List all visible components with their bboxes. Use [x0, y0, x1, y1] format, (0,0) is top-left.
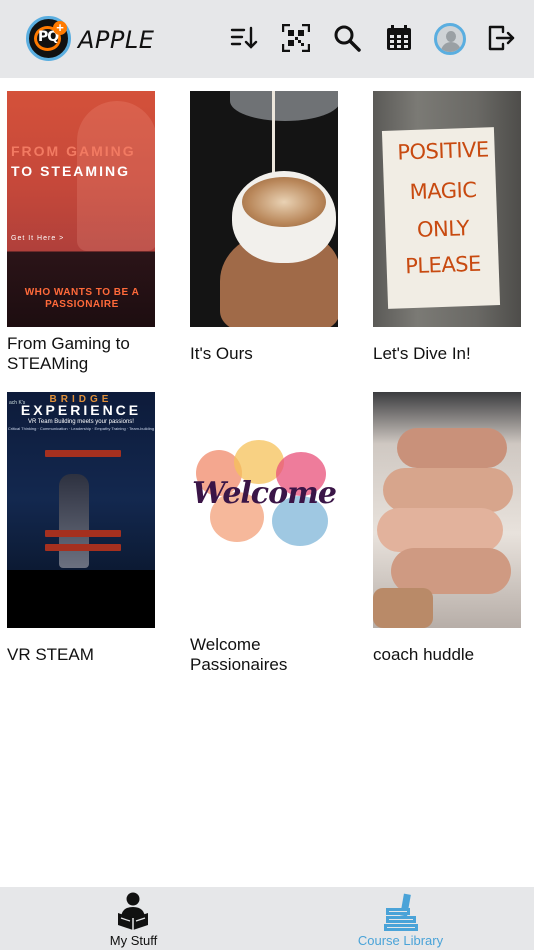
course-thumbnail[interactable]: ach K's BRIDGE EXPERIENCE VR Team Buildi… [7, 392, 155, 628]
course-title[interactable]: Welcome Passionaires [190, 635, 350, 675]
tab-my-stuff[interactable]: My Stuff [0, 887, 267, 950]
course-thumbnail[interactable]: Welcome [190, 392, 338, 628]
tab-label: My Stuff [109, 933, 158, 948]
thumbnail-text: PLEASE [404, 251, 482, 279]
thumbnail-person [59, 474, 89, 568]
course-thumbnail[interactable]: FROM GAMING TO STEAMING Get It Here > WH… [7, 91, 155, 327]
thumbnail-text: Welcome [192, 476, 337, 511]
thumbnail-jug [230, 91, 338, 121]
thumbnail-footer [7, 570, 155, 628]
course-thumbnail[interactable] [190, 91, 338, 327]
thumbnail-hand [383, 468, 513, 512]
logout-icon[interactable] [487, 24, 515, 52]
calendar-icon[interactable] [385, 24, 413, 52]
qr-code-icon[interactable] [282, 24, 310, 52]
course-title[interactable]: Let's Dive In! [373, 344, 533, 364]
avatar[interactable] [434, 23, 466, 55]
thumbnail-text: Critical Thinking · Communication · Lead… [7, 426, 155, 431]
thumbnail-button-graphic [45, 530, 121, 537]
search-icon[interactable] [333, 24, 361, 52]
thumbnail-text: ONLY [416, 216, 470, 242]
reader-icon [113, 891, 153, 933]
course-title[interactable]: VR STEAM [7, 645, 167, 665]
thumbnail-text: TO STEAMING [11, 163, 130, 179]
thumbnail-button-graphic [45, 544, 121, 551]
thumbnail-hand [377, 508, 503, 552]
logo-plus-icon: + [53, 21, 67, 35]
thumbnail-text: FROM GAMING [11, 143, 136, 159]
thumbnail-hand [397, 428, 507, 468]
thumbnail-latte [242, 177, 326, 227]
thumbnail-text: VR Team Building meets your passions! [28, 419, 134, 425]
app-logo[interactable]: PQ + [26, 16, 71, 61]
tab-course-library[interactable]: Course Library [267, 887, 534, 950]
tab-label: Course Library [357, 933, 444, 948]
course-thumbnail[interactable]: POSITIVE MAGIC ONLY PLEASE [373, 91, 521, 327]
course-title[interactable]: It's Ours [190, 344, 350, 364]
avatar-body [441, 42, 461, 52]
bottom-tab-bar: My Stuff Course Library [0, 887, 534, 950]
thumbnail-sleeve [373, 588, 433, 628]
thumbnail-milk [272, 91, 275, 179]
app-header: PQ + APPLE [0, 0, 534, 78]
avatar-head [446, 31, 456, 42]
course-thumbnail[interactable] [373, 392, 521, 628]
thumbnail-text: Get It Here > [11, 235, 65, 242]
books-icon [380, 891, 420, 933]
sort-icon[interactable] [230, 24, 258, 52]
thumbnail-text: POSITIVE [396, 137, 490, 165]
thumbnail-text: MAGIC [409, 177, 477, 205]
app-name: APPLE [78, 26, 155, 54]
thumbnail-button-graphic [45, 450, 121, 457]
course-title[interactable]: coach huddle [373, 645, 533, 665]
course-title[interactable]: From Gaming to STEAMing [7, 334, 167, 374]
thumbnail-text: WHO WANTS TO BE A PASSIONAIRE [24, 287, 140, 310]
thumbnail-text: EXPERIENCE [20, 402, 142, 418]
